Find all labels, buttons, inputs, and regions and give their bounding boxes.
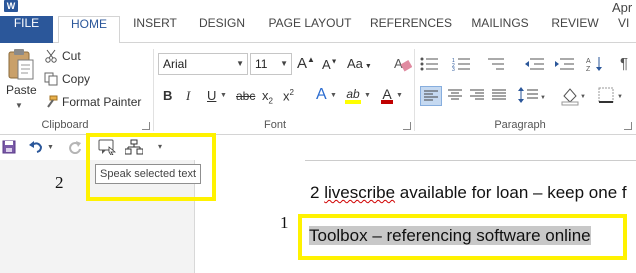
font-size-combo[interactable]: 11 ▼ — [250, 53, 292, 75]
annotation-marker-1: 1 — [280, 213, 289, 232]
annotation-marker-2: 2 — [55, 173, 64, 192]
strikethrough-button[interactable]: abc — [236, 89, 255, 103]
show-hide-marks-icon[interactable]: ¶ — [620, 55, 628, 72]
font-name-combo[interactable]: Arial ▼ — [158, 53, 248, 75]
svg-text:A: A — [586, 58, 591, 65]
font-color-button[interactable]: A — [381, 86, 393, 104]
svg-text:▼: ▼ — [617, 94, 623, 100]
font-name-dropdown-icon[interactable]: ▼ — [236, 54, 244, 74]
redo-icon[interactable] — [68, 140, 82, 154]
copy-label: Copy — [62, 72, 91, 86]
tab-home[interactable]: HOME — [58, 16, 120, 44]
cut-label: Cut — [62, 49, 81, 63]
align-right-icon[interactable] — [468, 88, 486, 104]
copy-button[interactable]: Copy — [44, 72, 90, 86]
bullets-icon[interactable] — [420, 57, 444, 71]
svg-text:▼: ▼ — [540, 95, 546, 101]
text-effects-button[interactable]: A — [316, 86, 327, 104]
undo-dropdown-icon[interactable]: ▼ — [47, 144, 54, 151]
shrink-font-button[interactable]: A▼ — [322, 57, 338, 72]
superscript-button[interactable]: x2 — [283, 88, 294, 103]
tab-file[interactable]: FILE — [0, 16, 53, 43]
numbering-icon[interactable]: 1 2 3 — [452, 57, 476, 71]
subscript-button[interactable]: x2 — [262, 88, 273, 106]
decrease-indent-icon[interactable] — [524, 57, 546, 71]
scissors-icon — [45, 49, 57, 63]
cut-button[interactable]: Cut — [44, 49, 81, 63]
svg-text:▼: ▼ — [580, 94, 586, 100]
spelling-error-word[interactable]: livescribe — [324, 183, 395, 202]
font-size-value: 11 — [255, 57, 268, 71]
line-spacing-icon[interactable]: ▼ — [518, 87, 546, 105]
change-case-button[interactable]: Aa ▼ — [347, 56, 372, 71]
highlight-button[interactable]: ab — [345, 87, 361, 104]
tab-review[interactable]: REVIEW — [548, 16, 602, 43]
previous-line-underline — [305, 160, 636, 161]
ribbon-tabs: FILE HOME INSERT DESIGN PAGE LAYOUT REFE… — [0, 16, 636, 44]
multilevel-list-icon[interactable] — [486, 57, 512, 71]
paragraph-group-label: Paragraph — [494, 119, 546, 131]
grow-font-button[interactable]: A▲ — [297, 55, 315, 72]
title-bar: W Apr — [0, 0, 636, 16]
align-left-icon — [424, 90, 438, 101]
font-dialog-launcher-icon[interactable] — [403, 122, 411, 130]
borders-icon[interactable]: ▼ — [598, 87, 628, 105]
paintbrush-icon — [47, 95, 58, 108]
clipboard-dialog-launcher-icon[interactable] — [142, 122, 150, 130]
paste-button[interactable]: Paste — [6, 83, 37, 97]
italic-button[interactable]: I — [186, 88, 190, 104]
clipboard-paste-icon[interactable] — [8, 49, 34, 81]
bold-button[interactable]: B — [163, 88, 172, 103]
word-app-icon[interactable]: W — [4, 0, 18, 12]
font-name-value: Arial — [163, 57, 188, 71]
tab-mailings[interactable]: MAILINGS — [466, 16, 534, 43]
shading-icon[interactable]: ▼ — [560, 86, 588, 106]
save-icon[interactable] — [2, 140, 16, 154]
clear-formatting-icon[interactable]: A — [394, 56, 412, 72]
svg-text:3: 3 — [452, 67, 455, 71]
sort-icon[interactable]: AZ — [586, 55, 604, 73]
annotation-box-selection — [298, 214, 627, 260]
paragraph-dialog-launcher-icon[interactable] — [624, 122, 632, 130]
font-color-dropdown-icon[interactable]: ▼ — [396, 92, 403, 99]
clipboard-group-label: Clipboard — [41, 119, 89, 131]
tab-page-layout[interactable]: PAGE LAYOUT — [262, 16, 358, 43]
align-left-button[interactable] — [420, 86, 442, 106]
highlighter-icon: ab — [346, 87, 360, 101]
group-divider — [414, 49, 415, 131]
ribbon-home: Paste ▼ Cut Copy Format Painter Clipboar… — [0, 43, 636, 135]
justify-icon[interactable] — [490, 88, 508, 104]
speak-tooltip: Speak selected text — [95, 164, 201, 184]
tab-design[interactable]: DESIGN — [192, 16, 252, 43]
format-painter-button[interactable]: Format Painter — [44, 95, 141, 109]
align-center-icon[interactable] — [446, 88, 464, 104]
svg-text:Z: Z — [586, 66, 591, 73]
tab-view[interactable]: VI — [618, 16, 636, 43]
font-group-label: Font — [263, 119, 286, 131]
increase-indent-icon[interactable] — [554, 57, 576, 71]
tab-insert[interactable]: INSERT — [128, 16, 182, 43]
highlight-dropdown-icon[interactable]: ▼ — [364, 92, 371, 99]
document-line-livescribe[interactable]: 2 livescribe available for loan – keep o… — [310, 183, 627, 203]
copy-icon — [44, 72, 58, 86]
group-divider — [153, 49, 154, 131]
undo-icon[interactable] — [28, 140, 44, 154]
svg-text:A: A — [394, 56, 403, 71]
format-painter-label: Format Painter — [62, 95, 142, 109]
paste-dropdown-icon[interactable]: ▼ — [15, 101, 23, 110]
text-effects-dropdown-icon[interactable]: ▼ — [330, 92, 337, 99]
underline-dropdown-icon[interactable]: ▼ — [220, 92, 227, 99]
window-title: Apr — [612, 0, 633, 15]
tab-references[interactable]: REFERENCES — [368, 16, 454, 43]
font-size-dropdown-icon[interactable]: ▼ — [280, 54, 288, 74]
underline-button[interactable]: U — [207, 88, 216, 103]
